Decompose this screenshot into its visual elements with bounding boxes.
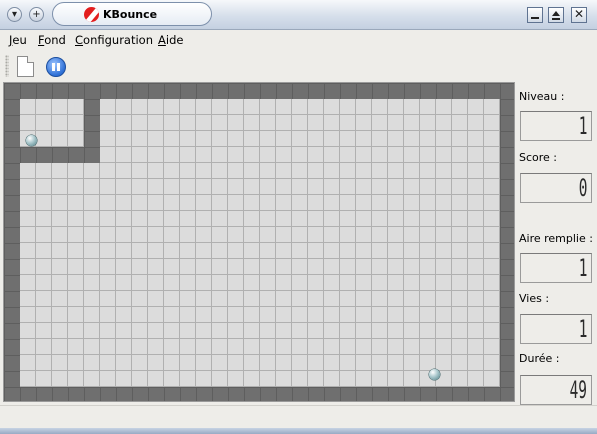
menu-aide-label: ide — [165, 33, 184, 47]
filled-area-label: Aire remplie : — [519, 232, 593, 245]
menu-aide[interactable]: Aide — [158, 33, 183, 47]
menu-configuration-mnemonic: C — [75, 33, 84, 47]
toolbar-grip[interactable] — [5, 55, 9, 77]
lives-value: 1 — [578, 315, 587, 343]
pause-icon[interactable] — [46, 57, 66, 77]
game-board[interactable] — [3, 82, 515, 402]
window-title-tab[interactable]: KBounce — [52, 2, 212, 26]
maximize-icon-base — [552, 18, 560, 20]
level-value: 1 — [578, 112, 587, 140]
wall-bottom — [4, 387, 514, 401]
menu-configuration-label: onfiguration — [83, 33, 153, 47]
maximize-icon — [552, 11, 560, 16]
lives-display: 1 — [520, 314, 592, 344]
kbounce-window: ▾ + KBounce ✕ Jeu Fond Configuration Aid… — [0, 0, 597, 434]
menu-aide-mnemonic: A — [158, 33, 166, 47]
time-label: Durée : — [519, 352, 560, 365]
menu-jeu-label: eu — [12, 33, 27, 47]
built-wall-horizontal — [20, 147, 100, 163]
lives-label: Vies : — [519, 292, 550, 305]
menu-configuration[interactable]: Configuration — [75, 33, 153, 47]
status-bar — [0, 405, 597, 428]
ball — [26, 135, 37, 146]
kbounce-app-icon — [84, 7, 99, 22]
close-icon: ✕ — [574, 7, 585, 21]
score-display: 0 — [520, 173, 592, 203]
score-label: Score : — [519, 151, 558, 164]
minimize-icon — [531, 17, 539, 19]
window-bottom-border[interactable] — [0, 428, 597, 434]
title-bar[interactable]: ▾ + KBounce ✕ — [0, 0, 597, 30]
wall-top — [4, 83, 514, 99]
window-menu-button[interactable]: ▾ — [7, 7, 22, 22]
plus-icon: + — [32, 8, 41, 20]
filled-area-display: 1 — [520, 253, 592, 283]
level-display: 1 — [520, 111, 592, 141]
menu-bar: Jeu Fond Configuration Aide — [0, 30, 597, 51]
filled-area-value: 1 — [578, 254, 587, 282]
score-value: 0 — [578, 174, 587, 202]
level-label: Niveau : — [519, 90, 565, 103]
sticky-button[interactable]: + — [29, 7, 44, 22]
toolbar — [0, 51, 597, 80]
time-value: 49 — [569, 376, 587, 404]
menu-fond[interactable]: Fond — [38, 33, 66, 47]
chevron-down-icon: ▾ — [11, 8, 18, 20]
new-game-icon[interactable] — [17, 56, 34, 77]
close-button[interactable]: ✕ — [571, 7, 587, 23]
window-title: KBounce — [103, 8, 158, 21]
maximize-button[interactable] — [548, 7, 564, 23]
wall-right — [500, 83, 514, 401]
time-display: 49 — [520, 375, 592, 405]
ball — [429, 369, 440, 380]
menu-jeu[interactable]: Jeu — [9, 33, 27, 47]
menu-fond-label: ond — [44, 33, 66, 47]
minimize-button[interactable] — [527, 7, 543, 23]
wall-left — [4, 83, 20, 401]
